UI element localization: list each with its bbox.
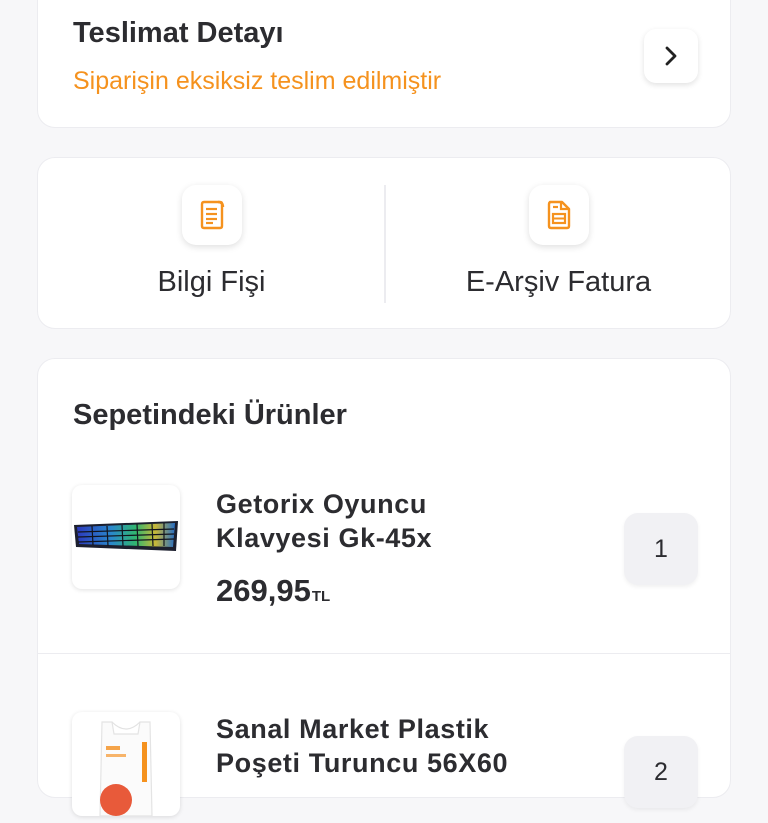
delivery-title: Teslimat Detayı <box>73 17 284 49</box>
product-name: Getorix Oyuncu Klavyesi Gk-45x <box>216 489 433 553</box>
keyboard-image <box>72 485 180 589</box>
e-archive-invoice-button[interactable]: E-Arşiv Fatura <box>385 158 732 328</box>
quantity-badge[interactable]: 2 <box>624 736 698 808</box>
delivery-detail-card[interactable]: Teslimat Detayı Siparişin eksiksiz tesli… <box>37 0 731 128</box>
price-value: 269,95 <box>216 573 311 608</box>
cart-title: Sepetindeki Ürünler <box>73 399 347 431</box>
price-currency: TL <box>311 588 331 605</box>
documents-card: Bilgi Fişi E-Arşiv Fatura <box>37 157 731 329</box>
info-receipt-label: Bilgi Fişi <box>157 266 266 298</box>
e-archive-invoice-label: E-Arşiv Fatura <box>465 266 652 298</box>
product-price: 269,95TL <box>216 573 330 609</box>
product-name: Sanal Market Plastik Poşeti Turuncu 56X6… <box>216 714 509 778</box>
receipt-icon <box>181 185 242 245</box>
chevron-right-icon[interactable] <box>644 29 698 83</box>
invoice-document-icon <box>528 185 589 245</box>
delivery-status-text: Siparişin eksiksiz teslim edilmiştir <box>73 67 442 95</box>
cart-items-card: Sepetindeki Ürünler Getorix Oyuncu Klavy… <box>37 358 731 816</box>
cart-item[interactable]: Getorix Oyuncu Klavyesi Gk-45x 269,95TL … <box>38 473 730 643</box>
info-receipt-button[interactable]: Bilgi Fişi <box>38 158 385 328</box>
quantity-badge[interactable]: 1 <box>624 513 698 585</box>
cart-item[interactable]: Sanal Market Plastik Poşeti Turuncu 56X6… <box>38 653 730 823</box>
plastic-bag-image <box>72 712 180 816</box>
